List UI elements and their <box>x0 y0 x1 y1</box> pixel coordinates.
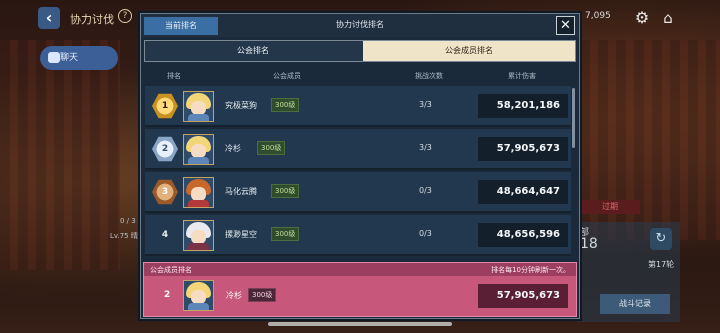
avatar <box>183 134 214 165</box>
help-icon[interactable]: ? <box>118 9 132 23</box>
avatar-face <box>191 187 206 201</box>
tab-current-rank[interactable]: 当前排名 <box>144 17 218 35</box>
avatar <box>183 177 214 208</box>
member-name: 究极菜狗 <box>225 101 257 110</box>
avatar-body <box>188 243 209 250</box>
avatar-body <box>188 200 209 207</box>
avatar-body <box>188 303 209 310</box>
rank-badge-silver: 2 <box>152 136 178 162</box>
my-rank-number: 2 <box>164 290 171 300</box>
header-damage: 累计伤害 <box>508 72 536 80</box>
member-rank-list[interactable]: 1 究极菜狗 300级 3/3 58,201,186 2 冷杉 300级 3/3… <box>145 86 571 260</box>
my-rank-label: 公会成员排名 <box>150 266 192 274</box>
home-icon[interactable]: ⌂ <box>659 9 677 27</box>
bg-level: Lv.75 晴 <box>110 232 138 240</box>
member-name: 马化云腾 <box>225 187 257 196</box>
rank-badge-bronze: 3 <box>152 179 178 205</box>
member-damage: 57,905,673 <box>478 137 568 161</box>
modal-header: 协力讨伐排名 当前排名 ✕ <box>141 14 579 37</box>
my-damage: 57,905,673 <box>478 284 568 308</box>
big-number: 18 <box>580 236 598 252</box>
member-name: 冷杉 <box>225 144 241 153</box>
header-member: 公会成员 <box>273 72 301 80</box>
screen-title: 协力讨伐 <box>70 13 114 26</box>
member-damage: 48,656,596 <box>478 223 568 247</box>
list-scrollbar[interactable] <box>572 88 575 148</box>
table-row[interactable]: 4 摞渺星空 300级 0/3 48,656,596 <box>145 215 571 256</box>
tab-member-rank[interactable]: 公会成员排名 <box>363 41 575 61</box>
back-arrow-icon[interactable]: ‹ <box>38 7 60 29</box>
table-row[interactable]: 3 马化云腾 300级 0/3 48,664,647 <box>145 172 571 213</box>
member-damage: 58,201,186 <box>478 94 568 118</box>
member-tries: 0/3 <box>419 186 432 195</box>
my-level: 300级 <box>248 288 277 302</box>
avatar-body <box>188 157 209 164</box>
rank-number: 4 <box>161 230 169 240</box>
member-level: 300级 <box>257 141 286 155</box>
avatar-face <box>191 144 206 158</box>
member-damage: 48,664,647 <box>478 180 568 204</box>
curtain-left <box>0 40 120 270</box>
member-tries: 3/3 <box>419 100 432 109</box>
my-name: 冷杉 <box>226 291 242 300</box>
member-level: 300级 <box>271 227 300 241</box>
close-button[interactable]: ✕ <box>556 16 575 35</box>
avatar-face <box>191 290 206 304</box>
my-rank-panel: 公会成员排名 排名每10分钟刷新一次。 2 冷杉 300级 57,905,673 <box>143 262 577 317</box>
bg-count: 0 / 3 <box>120 217 136 225</box>
member-tries: 3/3 <box>419 143 432 152</box>
refresh-note: 排名每10分钟刷新一次。 <box>491 266 570 274</box>
ranking-segment: 公会排名 公会成员排名 <box>144 40 576 62</box>
member-name: 摞渺星空 <box>225 230 257 239</box>
rank-badge-gold: 1 <box>152 93 178 119</box>
avatar-body <box>188 114 209 121</box>
avatar <box>183 91 214 122</box>
header-rank: 排名 <box>167 72 181 80</box>
battle-record-button[interactable]: 战斗记录 <box>600 294 670 314</box>
refresh-icon[interactable]: ↻ <box>650 228 672 250</box>
gear-icon[interactable]: ⚙ <box>633 9 651 27</box>
currency-amount: 7,095 <box>585 11 611 21</box>
home-indicator <box>268 322 452 326</box>
table-row[interactable]: 2 冷杉 300级 3/3 57,905,673 <box>145 129 571 170</box>
round-label: 第17轮 <box>648 260 675 269</box>
avatar <box>183 220 214 251</box>
avatar <box>183 280 214 311</box>
header-tries: 挑战次数 <box>415 72 443 80</box>
tab-guild-rank[interactable]: 公会排名 <box>145 41 361 61</box>
chat-bubble-icon <box>48 52 60 63</box>
member-level: 300级 <box>271 98 300 112</box>
avatar-face <box>191 230 206 244</box>
table-row[interactable]: 1 究极菜狗 300级 3/3 58,201,186 <box>145 86 571 127</box>
expired-label: 过期 <box>580 200 640 214</box>
chat-button[interactable]: 聊天 <box>40 46 118 70</box>
my-rank-header: 公会成员排名 排名每10分钟刷新一次。 <box>144 263 576 276</box>
chat-label: 聊天 <box>60 53 79 63</box>
avatar-face <box>191 101 206 115</box>
member-tries: 0/3 <box>419 229 432 238</box>
member-level: 300级 <box>271 184 300 198</box>
column-headers: 排名 公会成员 挑战次数 累计伤害 <box>141 68 579 84</box>
ranking-modal: 协力讨伐排名 当前排名 ✕ 公会排名 公会成员排名 排名 公会成员 挑战次数 累… <box>140 13 580 319</box>
